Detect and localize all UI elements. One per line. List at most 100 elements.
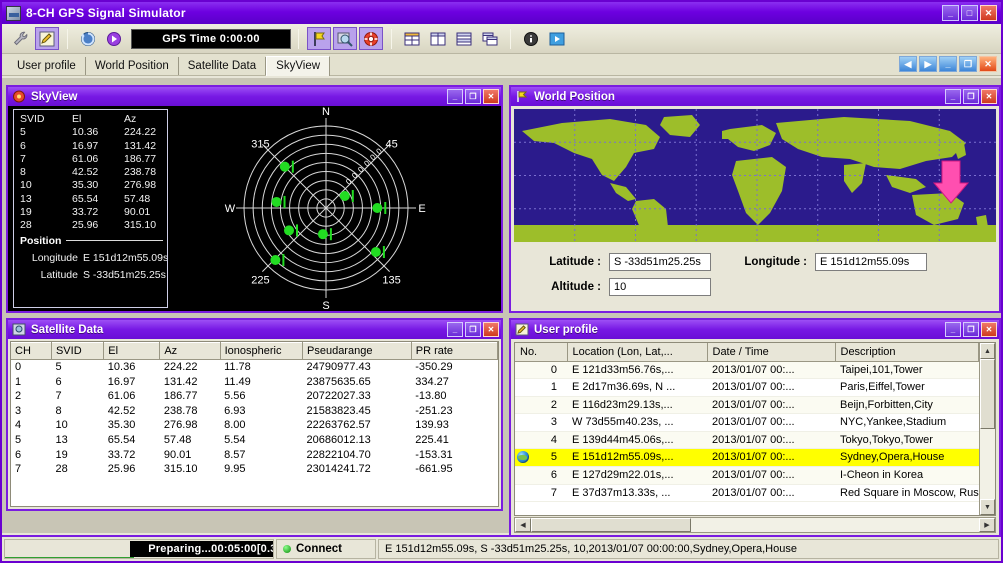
tile-grid-icon[interactable]	[400, 27, 424, 50]
satellite-data-grid: CH SVID El Az Ionospheric Pseudarange PR rate …	[11, 342, 498, 477]
magnifier-icon[interactable]	[333, 27, 357, 50]
list-item[interactable]: 4E 139d44m45.06s,... 2013/01/07 00:... Tok…	[515, 431, 979, 450]
table-row[interactable]: 3 8 42.52 238.78 6.93 21583823.45 -251.23	[11, 404, 498, 419]
user-profile-vertical-scrollbar[interactable]: ▲ ▼	[979, 343, 995, 515]
mdi-next-button[interactable]: ▶	[919, 56, 937, 72]
vertical-scroll-track[interactable]	[980, 359, 995, 499]
skyview-position-header: Position	[20, 235, 167, 247]
list-item[interactable]: 2E 116d23m29.13s,... 2013/01/07 00:... Bei…	[515, 396, 979, 415]
user-profile-column-header[interactable]: Date / Time	[707, 343, 836, 362]
list-item[interactable]: 7E 37d37m13.33s, ... 2013/01/07 00:... Red…	[515, 484, 979, 503]
mdi-minimize-button[interactable]: _	[939, 56, 957, 72]
scroll-left-button[interactable]: ◀	[515, 518, 531, 532]
satellite-data-column-header[interactable]: PR rate	[411, 342, 498, 360]
satellite-data-grid-wrap[interactable]: CH SVID El Az Ionospheric Pseudarange PR rate …	[10, 341, 499, 507]
tile-vertical-icon[interactable]	[426, 27, 450, 50]
satellite-data-column-header[interactable]: Pseudarange	[302, 342, 412, 360]
skyview-maximize-button[interactable]: ❐	[465, 89, 481, 104]
table-row[interactable]: 4 10 35.30 276.98 8.00 22263762.57 139.93	[11, 418, 498, 433]
world-position-maximize-button[interactable]: ❐	[963, 89, 979, 104]
mdi-prev-button[interactable]: ◀	[899, 56, 917, 72]
horizontal-scroll-track[interactable]	[531, 518, 979, 532]
skyview-cell: 35.30	[72, 179, 99, 192]
latitude-row: Latitude : S -33d51m25.25s Longitude : E…	[533, 253, 999, 271]
satellite-data-column-header[interactable]: SVID	[51, 342, 105, 360]
vertical-scroll-thumb[interactable]	[980, 359, 995, 429]
mdi-restore-button[interactable]: ❐	[959, 56, 977, 72]
satellite-data-column-header[interactable]: Az	[159, 342, 221, 360]
tab-skyview[interactable]: SkyView	[266, 56, 331, 76]
table-row[interactable]: 0 5 10.36 224.22 11.78 24790977.43 -350.29	[11, 360, 498, 375]
user-profile-list-wrap[interactable]: No. Location (Lon, Lat,... Date / Time Desc…	[514, 342, 996, 516]
minimize-button[interactable]: _	[942, 5, 959, 21]
latitude-field[interactable]: S -33d51m25.25s	[609, 253, 711, 271]
satellite-data-column-header[interactable]: Ionospheric	[220, 342, 304, 360]
mdi-close-button[interactable]: ✕	[979, 56, 997, 72]
table-row[interactable]: 1 6 16.97 131.42 11.49 23875635.65 334.27	[11, 375, 498, 390]
satellite-data-cell: 3	[15, 404, 22, 417]
list-item[interactable]: 5E 151d12m55.09s,... 2013/01/07 00:... Syd…	[515, 448, 979, 468]
table-row[interactable]: 5 13 65.54 57.48 5.54 20686012.13 225.41	[11, 433, 498, 448]
lifebuoy-icon[interactable]	[359, 27, 383, 50]
satellite-data-close-button[interactable]: ✕	[483, 322, 499, 337]
user-profile-description-cell: Tokyo,Tokyo,Tower	[835, 431, 979, 450]
skyview-minimize-button[interactable]: _	[447, 89, 463, 104]
tab-satellite-data[interactable]: Satellite Data	[179, 57, 267, 75]
horizontal-scroll-thumb[interactable]	[531, 518, 691, 532]
tab-world-position[interactable]: World Position	[86, 57, 179, 75]
cascade-icon[interactable]	[478, 27, 502, 50]
scroll-down-button[interactable]: ▼	[980, 499, 995, 515]
table-row[interactable]: 2 7 61.06 186.77 5.56 20722027.33 -13.80	[11, 389, 498, 404]
flag-icon[interactable]	[307, 27, 331, 50]
satellite-data-column-header[interactable]: El	[103, 342, 161, 360]
info-icon[interactable]	[519, 27, 543, 50]
altitude-field[interactable]: 10	[609, 278, 711, 296]
longitude-field[interactable]: E 151d12m55.09s	[815, 253, 927, 271]
satellite-data-cell: 90.01	[163, 448, 192, 461]
play-circle-icon[interactable]	[102, 27, 126, 50]
wrench-icon[interactable]	[9, 27, 33, 50]
toolbar-group-arrange	[396, 26, 506, 52]
table-row[interactable]: 6 19 33.72 90.01 8.57 22822104.70 -153.31	[11, 448, 498, 463]
satellite-data-cell: 139.93	[415, 419, 449, 432]
user-profile-column-header[interactable]: Location (Lon, Lat,...	[567, 343, 708, 362]
scroll-right-button[interactable]: ▶	[979, 518, 995, 532]
user-profile-column-header[interactable]: Description	[835, 343, 979, 362]
world-map[interactable]	[514, 109, 996, 242]
user-profile-horizontal-scrollbar[interactable]: ◀ ▶	[514, 517, 996, 533]
connect-status-indicator-icon	[283, 545, 291, 553]
list-item[interactable]: 1E 2d17m36.69s, N ... 2013/01/07 00:... Pa…	[515, 378, 979, 397]
list-item[interactable]: 3W 73d55m40.23s, ... 2013/01/07 00:... NYC…	[515, 413, 979, 432]
user-profile-list[interactable]: No. Location (Lon, Lat,... Date / Time Desc…	[515, 343, 979, 515]
list-item[interactable]: 6E 127d29m22.01s,... 2013/01/07 00:... I-C…	[515, 466, 979, 485]
user-profile-minimize-button[interactable]: _	[945, 322, 961, 337]
run-icon[interactable]	[545, 27, 569, 50]
world-position-minimize-button[interactable]: _	[945, 89, 961, 104]
tile-horizontal-icon[interactable]	[452, 27, 476, 50]
satellite-data-cell: 0	[15, 361, 22, 373]
toolbar-separator	[67, 28, 68, 49]
tab-user-profile[interactable]: User profile	[8, 57, 86, 75]
skyview-close-button[interactable]: ✕	[483, 89, 499, 104]
world-position-fields: Latitude : S -33d51m25.25s Longitude : E…	[511, 245, 999, 311]
user-profile-maximize-button[interactable]: ❐	[963, 322, 979, 337]
refresh-icon[interactable]	[76, 27, 100, 50]
toolbar-separator-3	[391, 28, 392, 49]
table-row[interactable]: 7 28 25.96 315.10 9.95 23014241.72 -661.95	[11, 462, 498, 477]
user-profile-close-button[interactable]: ✕	[981, 322, 997, 337]
world-position-window-icon	[517, 91, 528, 102]
user-profile-column-header[interactable]: No.	[515, 343, 568, 362]
world-position-close-button[interactable]: ✕	[981, 89, 997, 104]
satellite-data-column-header[interactable]: CH	[11, 342, 52, 360]
satellite-data-minimize-button[interactable]: _	[447, 322, 463, 337]
satellite-data-maximize-button[interactable]: ❐	[465, 322, 481, 337]
satellite-data-cell: 5.54	[224, 433, 246, 446]
toolbar-group-run: GPS Time 0:00:00	[72, 26, 294, 52]
close-button[interactable]: ✕	[980, 5, 997, 21]
satellite-data-cell: -251.23	[415, 404, 453, 417]
edit-pencil-icon[interactable]	[35, 27, 59, 50]
list-item[interactable]: 0E 121d33m56.76s,... 2013/01/07 00:... Tai…	[515, 361, 979, 380]
user-profile-datetime-cell: 2013/01/07 00:...	[707, 396, 835, 415]
maximize-button[interactable]: □	[961, 5, 978, 21]
scroll-up-button[interactable]: ▲	[980, 343, 995, 359]
